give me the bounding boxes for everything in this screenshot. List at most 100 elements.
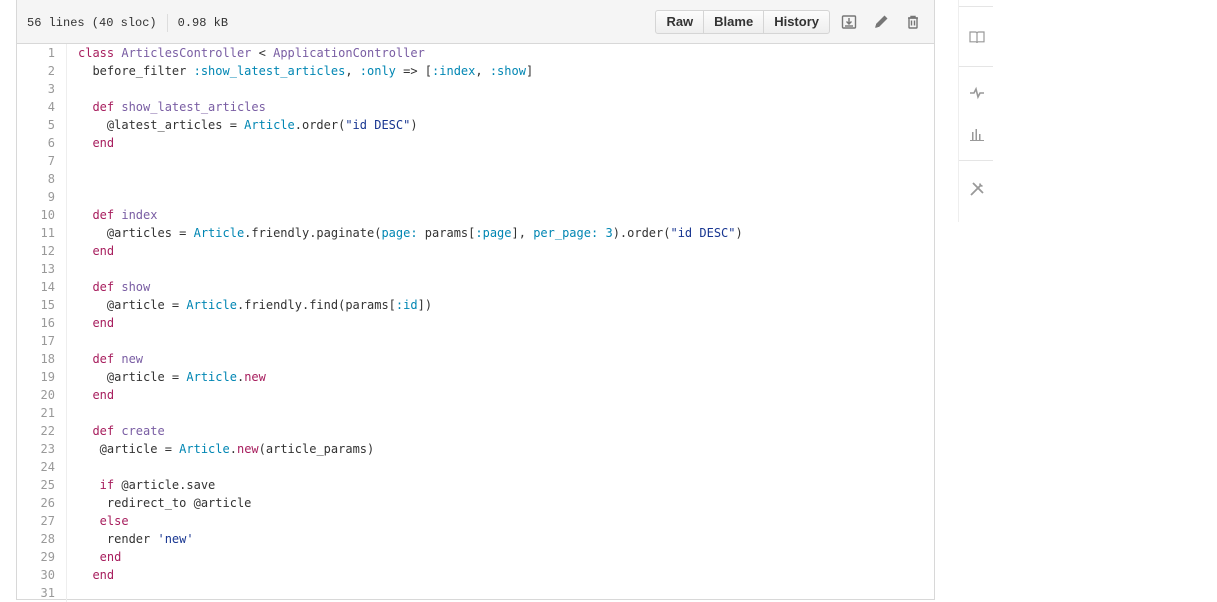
line-number[interactable]: 29 [17,548,67,566]
file-actions: Raw Blame History [655,10,926,34]
code-line: 17 [17,332,934,350]
line-number[interactable]: 17 [17,332,67,350]
line-content [67,584,78,602]
line-content: @article = Article.new(article_params) [78,442,375,456]
line-content: def show_latest_articles [78,100,266,114]
code-line: 5 @latest_articles = Article.order("id D… [17,116,934,134]
line-content [67,404,78,422]
download-icon[interactable] [836,10,862,34]
line-content: redirect_to @article [78,496,252,510]
code-line: 13 [17,260,934,278]
code-line: 24 [17,458,934,476]
line-number[interactable]: 30 [17,566,67,584]
line-number[interactable]: 23 [17,440,67,458]
history-button[interactable]: History [763,11,829,33]
pencil-icon[interactable] [868,10,894,34]
line-number[interactable]: 12 [17,242,67,260]
code-line: 30 end [17,566,934,584]
line-number[interactable]: 2 [17,62,67,80]
view-button-group: Raw Blame History [655,10,830,34]
line-content: end [78,568,115,582]
line-number[interactable]: 27 [17,512,67,530]
line-number[interactable]: 11 [17,224,67,242]
code-line: 22 def create [17,422,934,440]
line-content: def index [78,208,158,222]
line-content [67,170,78,188]
code-line: 20 end [17,386,934,404]
code-line: 21 [17,404,934,422]
line-content: def new [78,352,144,366]
code-line: 23 @article = Article.new(article_params… [17,440,934,458]
line-number[interactable]: 3 [17,80,67,98]
line-content [67,332,78,350]
line-number[interactable]: 26 [17,494,67,512]
line-number[interactable]: 8 [17,170,67,188]
code-line: 9 [17,188,934,206]
code-line: 8 [17,170,934,188]
line-number[interactable]: 31 [17,584,67,602]
code-line: 6 end [17,134,934,152]
line-content: @article = Article.new [78,370,266,384]
line-content [67,152,78,170]
wiki-icon[interactable] [968,28,986,46]
line-number[interactable]: 13 [17,260,67,278]
lines-info: 56 lines (40 sloc) [27,16,157,30]
line-content: @latest_articles = Article.order("id DES… [78,118,418,132]
file-info: 56 lines (40 sloc) 0.98 kB [27,14,228,32]
rail-divider [959,6,993,7]
line-number[interactable]: 15 [17,296,67,314]
line-content: def create [78,424,165,438]
code-line: 29 end [17,548,934,566]
line-number[interactable]: 7 [17,152,67,170]
code-line: 27 else [17,512,934,530]
code-line: 2 before_filter :show_latest_articles, :… [17,62,934,80]
graphs-icon[interactable] [968,125,986,143]
code-line: 3 [17,80,934,98]
code-line: 15 @article = Article.friendly.find(para… [17,296,934,314]
pulse-icon[interactable] [968,84,986,102]
line-number[interactable]: 21 [17,404,67,422]
code-line: 25 if @article.save [17,476,934,494]
settings-icon[interactable] [968,180,986,198]
line-number[interactable]: 20 [17,386,67,404]
code-line: 18 def new [17,350,934,368]
code-listing: 1 class ArticlesController < ApplicationC… [17,44,934,602]
line-number[interactable]: 24 [17,458,67,476]
line-number[interactable]: 18 [17,350,67,368]
line-number[interactable]: 16 [17,314,67,332]
line-number[interactable]: 28 [17,530,67,548]
line-content [67,80,78,98]
line-content: end [78,244,115,258]
line-number[interactable]: 10 [17,206,67,224]
code-line: 12 end [17,242,934,260]
rail-divider [959,66,993,67]
trash-icon[interactable] [900,10,926,34]
line-number[interactable]: 4 [17,98,67,116]
line-number[interactable]: 6 [17,134,67,152]
code-line: 4 def show_latest_articles [17,98,934,116]
line-content: @articles = Article.friendly.paginate(pa… [78,226,743,240]
code-line: 14 def show [17,278,934,296]
file-viewer: 56 lines (40 sloc) 0.98 kB Raw Blame His… [16,0,935,602]
line-number[interactable]: 22 [17,422,67,440]
line-content: @article = Article.friendly.find(params[… [78,298,433,312]
line-content: render 'new' [78,532,194,546]
code-line: 26 redirect_to @article [17,494,934,512]
line-number[interactable]: 25 [17,476,67,494]
repo-side-rail [958,0,993,222]
file-header: 56 lines (40 sloc) 0.98 kB Raw Blame His… [17,0,934,44]
line-number[interactable]: 19 [17,368,67,386]
line-number[interactable]: 9 [17,188,67,206]
blame-button[interactable]: Blame [703,11,763,33]
raw-button[interactable]: Raw [656,11,703,33]
line-number[interactable]: 14 [17,278,67,296]
line-number[interactable]: 5 [17,116,67,134]
divider [166,14,168,32]
line-content: else [78,514,129,528]
line-content: end [78,316,115,330]
code-line: 16 end [17,314,934,332]
line-content [67,188,78,206]
line-content [67,260,78,278]
line-content: if @article.save [78,478,216,492]
line-number[interactable]: 1 [17,44,67,62]
